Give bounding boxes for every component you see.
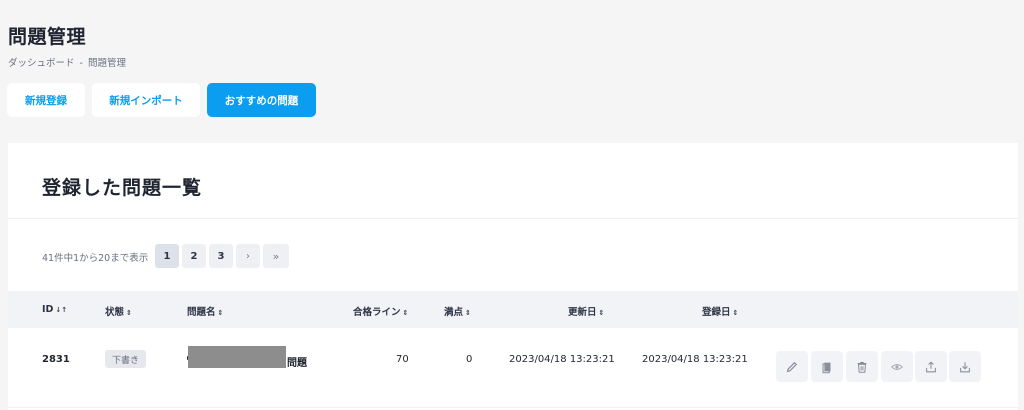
column-updated-at[interactable]: 更新日 ⇕ — [568, 304, 604, 318]
column-id[interactable]: ID ↓↑ — [42, 304, 67, 315]
redacted-problem-name — [188, 346, 286, 368]
column-label: 満点 — [444, 307, 464, 318]
upload-icon — [926, 360, 936, 372]
page-1-button[interactable]: 1 — [155, 244, 179, 268]
column-name[interactable]: 問題名 ⇕ — [187, 304, 223, 318]
pagination-info: 41件中1から20まで表示 — [42, 253, 149, 264]
column-label: 合格ライン — [353, 307, 401, 318]
edit-button[interactable] — [776, 351, 808, 382]
breadcrumb: ダッシュボード - 問題管理 — [8, 55, 126, 69]
delete-button[interactable] — [846, 351, 878, 382]
column-created-at[interactable]: 登録日 ⇕ — [702, 304, 738, 318]
column-full-score[interactable]: 満点 ⇕ — [444, 304, 471, 318]
sort-icon: ⇕ — [217, 309, 224, 317]
full-score-value: 0 — [466, 354, 473, 365]
row-divider — [8, 407, 1018, 408]
sort-icon: ⇕ — [732, 309, 739, 317]
copy-button[interactable] — [811, 351, 843, 382]
pencil-icon — [786, 361, 798, 372]
recommended-problems-button[interactable]: おすすめの問題 — [207, 83, 316, 117]
new-import-button[interactable]: 新規インポート — [92, 83, 200, 117]
trash-icon — [857, 361, 867, 373]
new-register-button[interactable]: 新規登録 — [7, 83, 85, 117]
problem-name[interactable]: 問題 — [287, 354, 307, 369]
column-label: 問題名 — [187, 307, 216, 318]
sort-icon: ⇕ — [126, 309, 132, 317]
page-title: 問題管理 — [8, 26, 87, 48]
last-page-button[interactable]: » — [263, 244, 289, 268]
sort-icon: ⇕ — [465, 309, 471, 317]
column-label: ID — [42, 304, 54, 315]
breadcrumb-separator: - — [79, 58, 83, 69]
sort-icon: ↓↑ — [55, 306, 68, 314]
column-label: 更新日 — [568, 307, 597, 318]
column-label: 登録日 — [702, 307, 731, 318]
pass-line-value: 70 — [396, 354, 409, 365]
sort-icon: ⇕ — [402, 309, 409, 317]
breadcrumb-dashboard[interactable]: ダッシュボード — [8, 58, 75, 69]
page-2-button[interactable]: 2 — [182, 244, 206, 268]
problem-list-card: 登録した問題一覧 41件中1から20まで表示 1 2 3 › » ID ↓↑ 状態… — [8, 143, 1018, 410]
download-icon — [960, 361, 970, 372]
next-page-button[interactable]: › — [236, 244, 260, 268]
export-button[interactable] — [915, 351, 947, 382]
created-at-value: 2023/04/18 13:23:21 — [642, 354, 748, 365]
preview-button[interactable] — [881, 351, 913, 382]
copy-icon — [822, 362, 831, 373]
page-3-button[interactable]: 3 — [209, 244, 233, 268]
card-title: 登録した問題一覧 — [42, 177, 203, 199]
breadcrumb-current: 問題管理 — [87, 58, 126, 69]
status-badge: 下書き — [105, 350, 147, 368]
row-id: 2831 — [42, 354, 70, 365]
updated-at-value: 2023/04/18 13:23:21 — [509, 354, 615, 365]
column-pass-line[interactable]: 合格ライン ⇕ — [353, 304, 408, 318]
table-header: ID ↓↑ 状態 ⇕ 問題名 ⇕ 合格ライン ⇕ 満点 ⇕ 更新日 ⇕ 登録日 ⇕ — [8, 291, 1018, 328]
divider — [8, 218, 1018, 219]
sort-icon: ⇕ — [598, 309, 605, 317]
column-status[interactable]: 状態 ⇕ — [105, 304, 132, 318]
download-button[interactable] — [949, 351, 981, 382]
eye-icon — [891, 363, 903, 370]
column-label: 状態 — [105, 307, 125, 318]
